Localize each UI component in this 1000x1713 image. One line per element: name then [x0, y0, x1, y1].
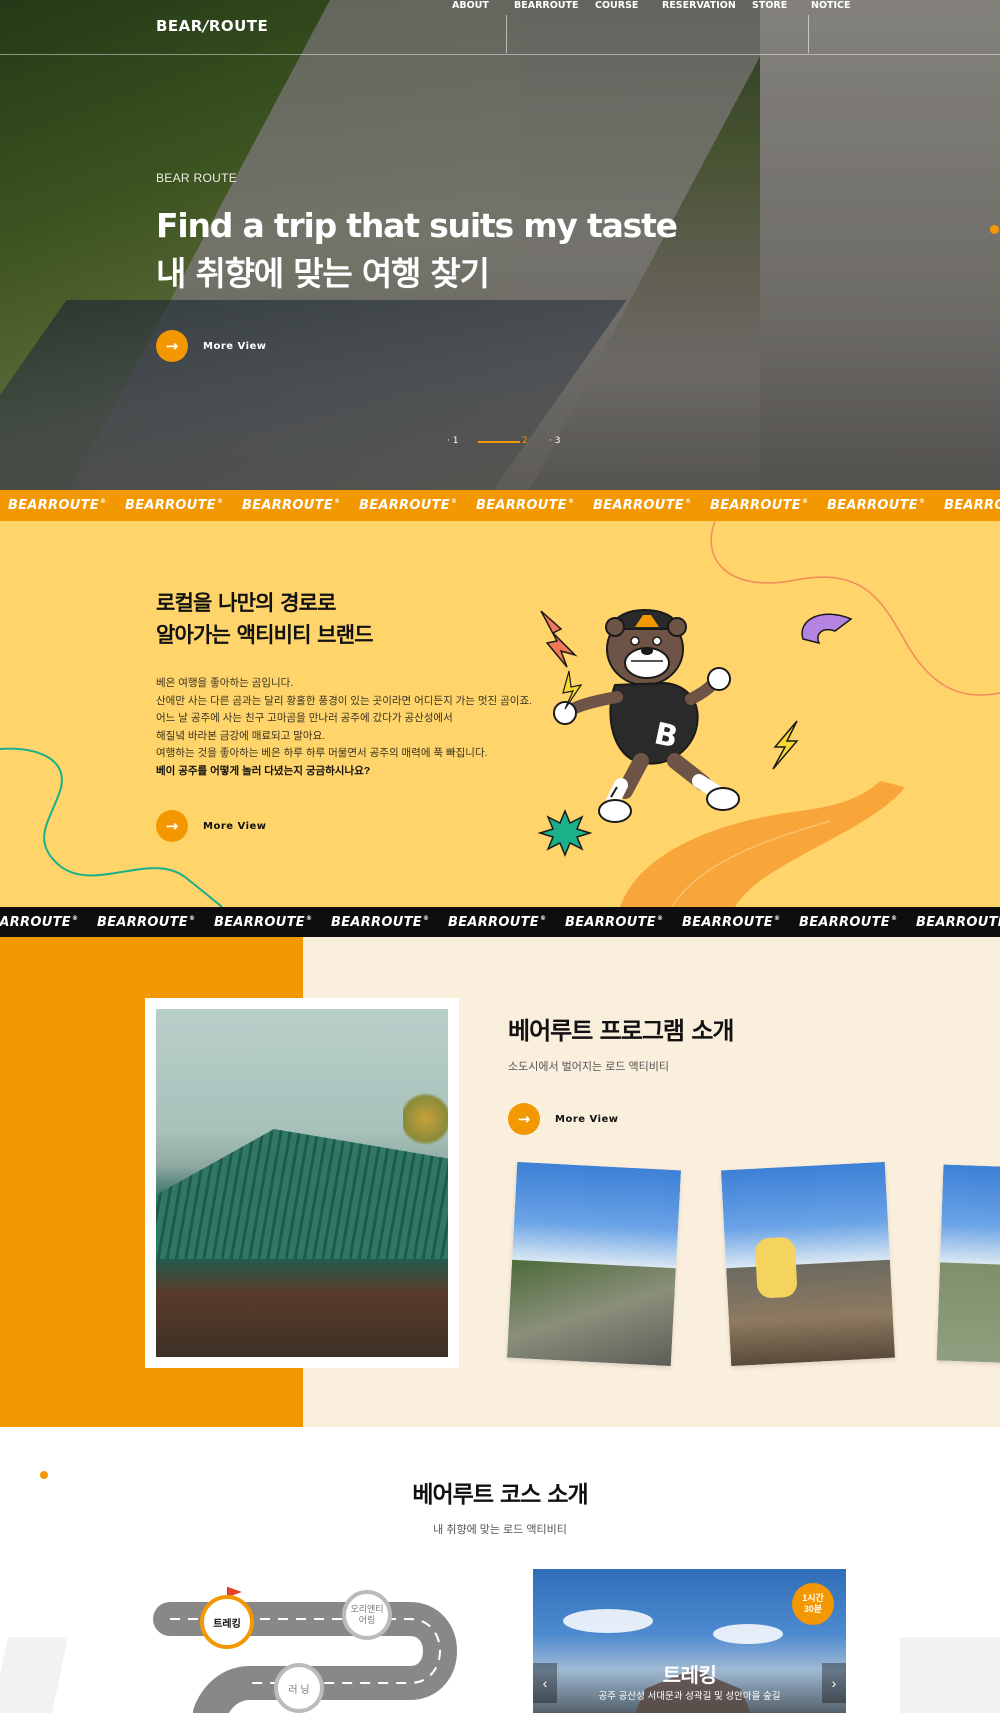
hero-section: BEAR/ROUTE ABOUT BEARROUTE COURSE RESERV…	[0, 0, 1000, 490]
slide-description: 공주 공산성 서대문과 성곽길 및 성안마을 숲길	[598, 1691, 781, 1702]
marquee-brand-text: BEARROUTE®	[8, 498, 107, 513]
intro-title-line1: 로컬을 나만의 경로로	[156, 591, 337, 615]
nav-item-course[interactable]: COURSE	[595, 0, 638, 11]
slide-page-1[interactable]: · 1	[447, 436, 458, 446]
intro-text-line: 산에만 사는 다른 곰과는 달리 황홀한 풍경이 있는 곳이라면 어디든지 가는…	[156, 694, 533, 707]
slide-page-3[interactable]: · 3	[549, 436, 560, 446]
program-title: 베어루트 프로그램 소개	[508, 1017, 735, 1045]
marquee-brand-text: BEARROUTE®	[97, 915, 196, 930]
bear-mascot-illustration: B	[537, 609, 853, 857]
card-sky	[720, 1161, 890, 1269]
nav-item-store[interactable]: STORE	[752, 0, 787, 11]
marquee-brand-text: BEARROUTE®	[565, 915, 664, 930]
marquee-brand-text: BEARROUTE®	[476, 498, 575, 513]
arrow-right-icon: →	[508, 1103, 540, 1135]
course-node-running[interactable]: 러 닝	[274, 1663, 324, 1713]
brand-intro-section: 로컬을 나만의 경로로 알아가는 액티비티 브랜드 베은 여행을 좋아하는 곰입…	[0, 521, 1000, 907]
nav-item-notice[interactable]: NOTICE	[811, 0, 851, 11]
intro-text-line: 베은 여행을 좋아하는 곰입니다.	[156, 677, 294, 689]
program-intro-section: 베어루트 프로그램 소개 소도시에서 벌어지는 로드 액티비티 → More V…	[0, 937, 1000, 1427]
marquee-brand-text: BEARROUTE®	[359, 498, 458, 513]
marquee-brand-text: BEARROUTE®	[242, 498, 341, 513]
program-more-view-button[interactable]: → More View	[508, 1103, 619, 1135]
marquee-brand-text: BEARROUTE®	[827, 498, 926, 513]
arrow-right-icon: →	[156, 810, 188, 842]
hero-title-korean: 내 취향에 맞는 여행 찾기	[156, 254, 490, 293]
nav-item-bearroute[interactable]: BEARROUTE	[514, 0, 578, 11]
marquee-brand-text: BEARROUTE®	[0, 915, 79, 930]
slide-title: 트레킹	[662, 1663, 717, 1687]
slide-page-2[interactable]: 2	[522, 436, 528, 446]
brand-marquee-black: BEARROUTE® BEARROUTE® BEARROUTE® BEARROUTE®…	[0, 907, 1000, 939]
card-sky	[940, 1164, 1000, 1266]
intro-text-emphasis: 베이 공주를 어떻게 놀러 다녔는지 궁금하시나요?	[156, 764, 371, 777]
intro-text-line: 해질녘 바라본 금강에 매료되고 말아요.	[156, 729, 326, 742]
program-card-stream-path[interactable]	[506, 1161, 682, 1367]
hero-more-view-button[interactable]: → More View	[156, 330, 267, 362]
duration-hours: 1시간	[802, 1593, 824, 1603]
marquee-brand-text: BEARROUTE®	[799, 915, 898, 930]
marquee-brand-text: BEARROUTE®	[448, 915, 547, 930]
more-view-label: More View	[555, 1113, 619, 1125]
hero-title: Find a trip that suits my taste 내 취향에 맞는…	[156, 202, 678, 298]
arrow-right-icon: →	[156, 330, 188, 362]
marquee-brand-text: BEARROUTE®	[682, 915, 781, 930]
course-title: 베어루트 코스 소개	[412, 1482, 588, 1508]
node-label-line: 어링	[358, 1615, 376, 1625]
duration-badge: 1시간 30분	[792, 1583, 834, 1625]
slide-progress-bar	[478, 441, 520, 443]
intro-description: 베은 여행을 좋아하는 곰입니다. 산에만 사는 다른 곰과는 달리 황홀한 풍…	[156, 675, 532, 780]
brand-logo[interactable]: BEAR/ROUTE	[156, 17, 268, 35]
duration-minutes: 30분	[803, 1604, 823, 1614]
intro-title-line2: 알아가는 액티비티 브랜드	[156, 623, 374, 647]
more-view-label: More View	[203, 820, 267, 832]
hero-title-english: Find a trip that suits my taste	[156, 206, 678, 245]
background-deco	[0, 1637, 69, 1713]
program-card-fishing-statue[interactable]	[720, 1161, 896, 1367]
background-deco	[900, 1637, 1000, 1713]
tree-foliage	[403, 1089, 448, 1149]
intro-text-line: 어느 날 공주에 사는 친구 고마곰을 만나러 공주에 갔다가 공산성에서	[156, 712, 453, 724]
side-indicator-dot	[990, 225, 999, 234]
marquee-brand-text: BEARROUTE®	[214, 915, 313, 930]
card-ground	[936, 1262, 1000, 1364]
hanok-roof-photo	[156, 1009, 448, 1357]
statue-figure	[754, 1236, 798, 1299]
slide-next-button[interactable]: ›	[822, 1663, 846, 1703]
course-intro-section: 베어루트 코스 소개 내 취향에 맞는 로드 액티비티 트레킹 오리엔티 어링 …	[0, 1427, 1000, 1713]
cloud	[563, 1609, 653, 1633]
course-node-trekking[interactable]: 트레킹	[200, 1595, 254, 1649]
card-sky	[512, 1161, 682, 1269]
nav-item-about[interactable]: ABOUT	[452, 0, 489, 11]
card-ground	[726, 1259, 896, 1367]
marquee-brand-text: BEARROUTE®	[331, 915, 430, 930]
intro-title: 로컬을 나만의 경로로 알아가는 액티비티 브랜드	[156, 587, 374, 651]
intro-more-view-button[interactable]: → More View	[156, 810, 267, 842]
nav-divider	[808, 15, 809, 53]
marquee-brand-text: BEARROUTE®	[916, 915, 1000, 930]
course-subtitle: 내 취향에 맞는 로드 액티비티	[433, 1524, 567, 1536]
more-view-label: More View	[203, 340, 267, 352]
program-subtitle: 소도시에서 벌어지는 로드 액티비티	[508, 1061, 669, 1073]
nav-item-reservation[interactable]: RESERVATION	[662, 0, 736, 11]
card-ground	[506, 1259, 676, 1367]
marquee-brand-text: BEARROUTE®	[125, 498, 224, 513]
marquee-brand-text: BEARROUTE®	[593, 498, 692, 513]
cloud	[713, 1624, 783, 1644]
marquee-brand-text: BEARROUTE®	[710, 498, 809, 513]
top-navigation: BEAR/ROUTE ABOUT BEARROUTE COURSE RESERV…	[0, 0, 1000, 55]
course-node-orienteering[interactable]: 오리엔티 어링	[342, 1590, 392, 1640]
hanok-photo-frame	[145, 998, 459, 1368]
course-slide: 1시간 30분 트레킹 공주 공산성 서대문과 성곽길 및 성안마을 숲길 ‹ …	[533, 1569, 846, 1713]
nav-divider	[506, 15, 507, 53]
hero-eyebrow: BEAR ROUTE	[156, 171, 238, 185]
brand-marquee-orange: BEARROUTE® BEARROUTE® BEARROUTE® BEARROUTE®…	[0, 490, 1000, 522]
program-card-river[interactable]	[936, 1164, 1000, 1364]
node-label-line: 오리엔티	[350, 1604, 384, 1614]
intro-text-line: 여행하는 것을 좋아하는 베은 하루 하루 머물면서 공주의 매력에 푹 빠집니…	[156, 747, 488, 759]
marquee-brand-text: BEARROUTE®	[944, 498, 1000, 513]
slide-prev-button[interactable]: ‹	[533, 1663, 557, 1703]
